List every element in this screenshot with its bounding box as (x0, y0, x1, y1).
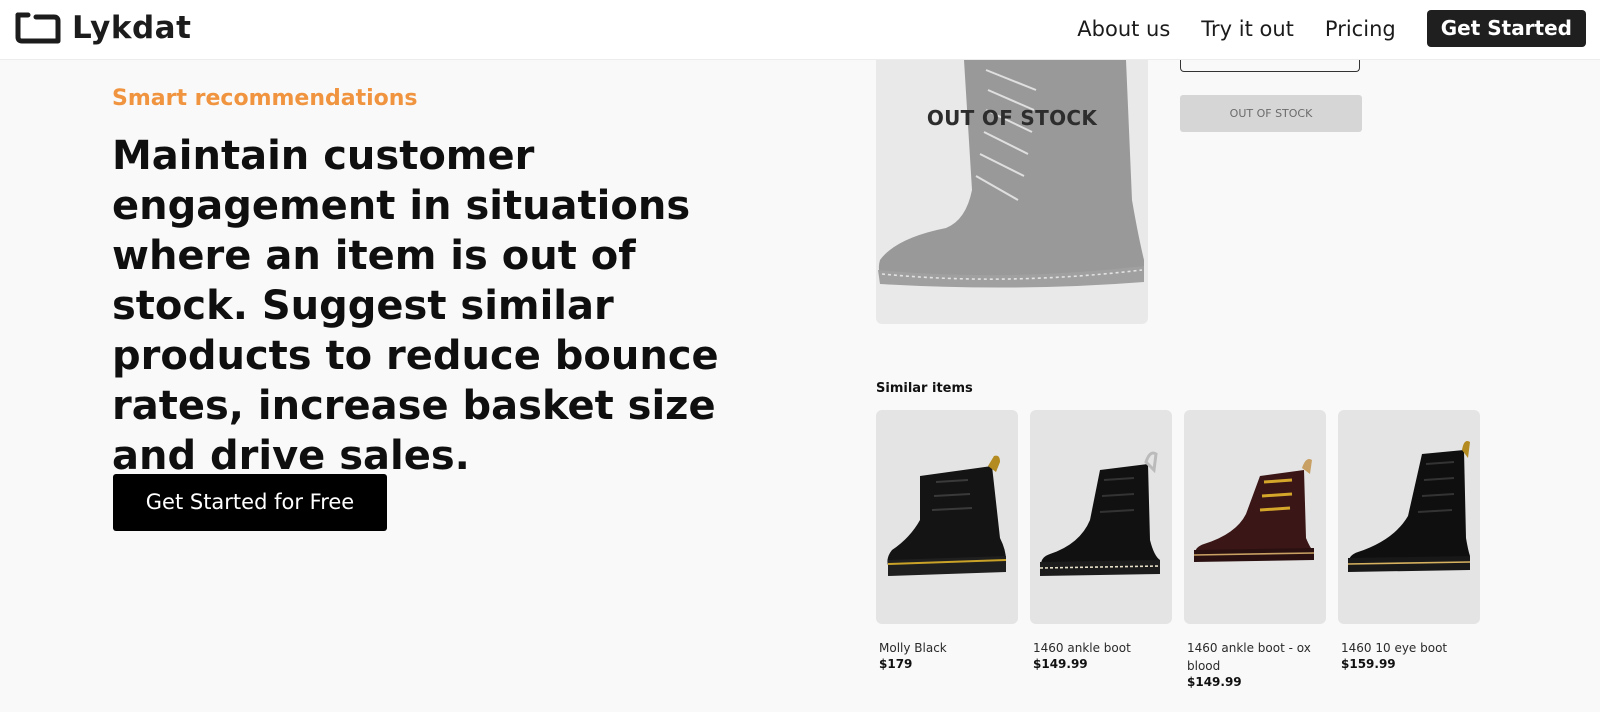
out-of-stock-product-image: OUT OF STOCK (876, 60, 1148, 324)
product-price: $149.99 (1033, 657, 1088, 671)
similar-items-title: Similar items (876, 381, 973, 396)
product-name: 1460 ankle boot - ox blood (1187, 641, 1311, 673)
boot-image (1193, 459, 1315, 562)
product-name: Molly Black (879, 641, 947, 655)
boot-image (1039, 451, 1161, 576)
nav-link-pricing[interactable]: Pricing (1325, 17, 1396, 41)
boot-image (1347, 441, 1471, 572)
brand-name: Lykdat (72, 10, 192, 46)
nav-menu: About us Try it out Pricing Get Started (1077, 10, 1586, 47)
similar-item-card[interactable]: 1460 ankle boot - ox blood $149.99 (1184, 410, 1326, 689)
similar-item-card[interactable]: Molly Black $179 (876, 410, 1018, 671)
product-image (1184, 410, 1326, 624)
nav-link-about[interactable]: About us (1077, 17, 1170, 41)
product-name: 1460 ankle boot (1033, 641, 1131, 655)
similar-item-card[interactable]: 1460 10 eye boot $159.99 (1338, 410, 1480, 671)
product-image (876, 410, 1018, 624)
product-image (1030, 410, 1172, 624)
boot-image (878, 60, 1144, 288)
product-name: 1460 10 eye boot (1341, 641, 1448, 655)
section-eyebrow: Smart recommendations (112, 86, 418, 111)
get-started-free-button[interactable]: Get Started for Free (113, 474, 387, 531)
out-of-stock-label: OUT OF STOCK (926, 106, 1098, 130)
lykdat-logo-icon (15, 12, 61, 44)
get-started-button[interactable]: Get Started (1426, 10, 1586, 47)
product-price: $159.99 (1341, 657, 1396, 671)
hero-headline: Maintain customer engagement in situatio… (112, 133, 719, 479)
top-navbar: Lykdat About us Try it out Pricing Get S… (0, 0, 1600, 60)
boot-image (887, 455, 1007, 576)
out-of-stock-button[interactable]: OUT OF STOCK (1180, 95, 1362, 132)
product-price: $149.99 (1187, 675, 1242, 689)
nav-link-try-it-out[interactable]: Try it out (1201, 17, 1294, 41)
similar-item-card[interactable]: 1460 ankle boot $149.99 (1030, 410, 1172, 671)
product-price: $179 (879, 657, 913, 671)
product-image (1338, 410, 1480, 624)
size-select[interactable] (1180, 60, 1360, 72)
brand-logo[interactable]: Lykdat (14, 10, 191, 46)
